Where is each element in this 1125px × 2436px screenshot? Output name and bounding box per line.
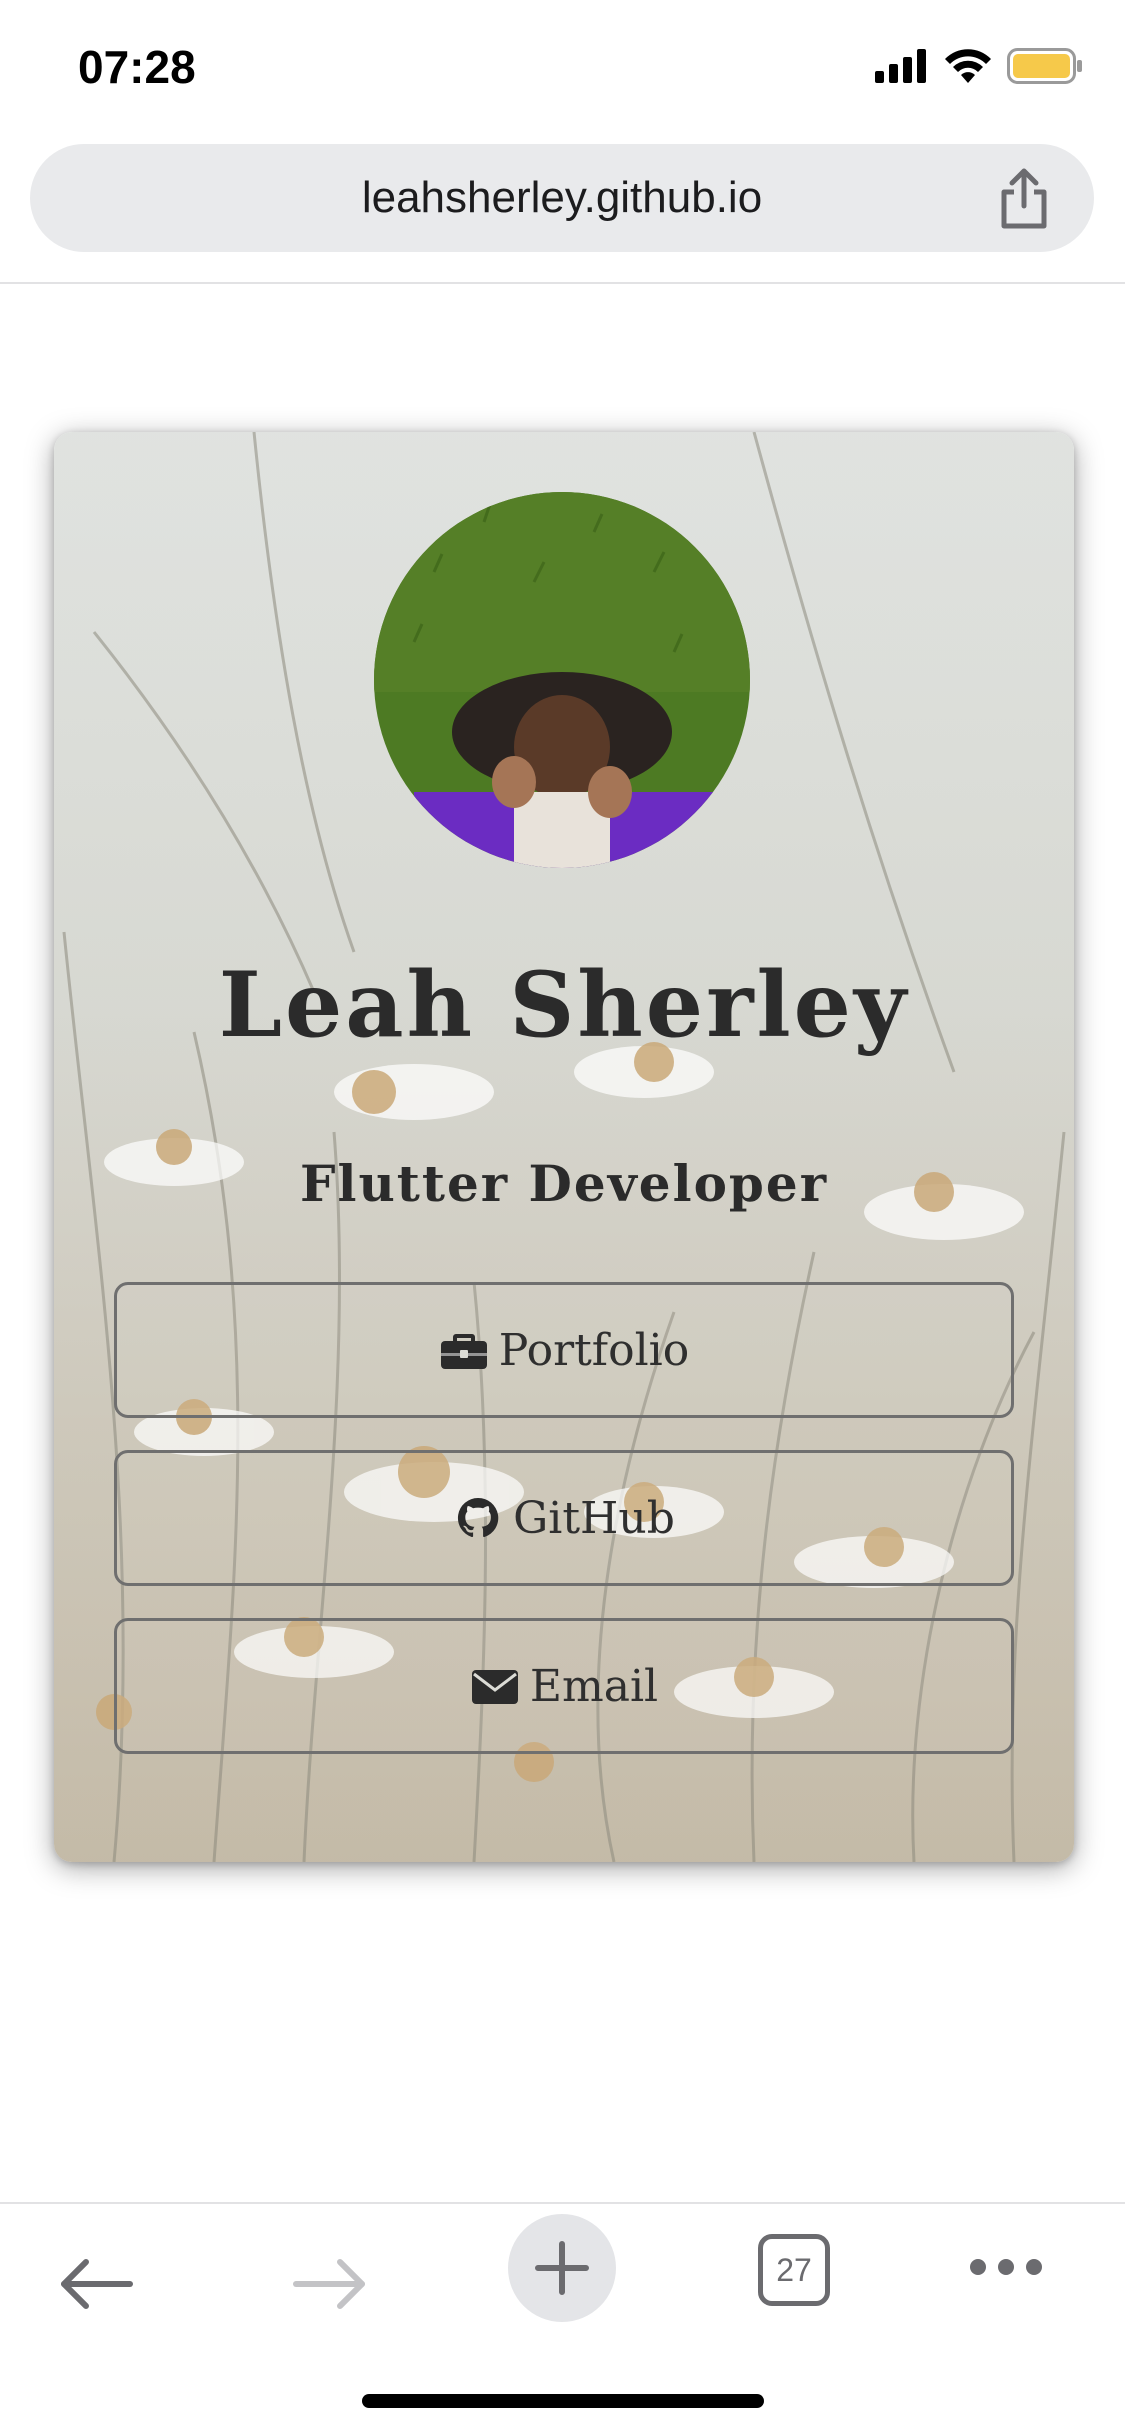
status-time: 07:28 bbox=[78, 41, 196, 93]
briefcase-icon bbox=[440, 1334, 487, 1369]
portfolio-button[interactable]: Portfolio bbox=[114, 1282, 1014, 1418]
signal-icon bbox=[875, 49, 926, 83]
profile-name: Leah Sherley bbox=[218, 952, 910, 1058]
new-tab-button[interactable] bbox=[508, 2214, 616, 2322]
share-icon[interactable] bbox=[996, 168, 1052, 230]
status-icons bbox=[875, 48, 1083, 84]
address-bar[interactable]: leahsherley.github.io bbox=[30, 144, 1094, 252]
tabs-button[interactable]: 27 bbox=[758, 2234, 830, 2306]
avatar bbox=[374, 492, 750, 868]
envelope-icon bbox=[471, 1670, 518, 1704]
github-label: GitHub bbox=[513, 1492, 675, 1544]
wifi-icon bbox=[945, 49, 991, 83]
email-button[interactable]: Email bbox=[114, 1618, 1014, 1754]
plus-icon bbox=[535, 2241, 589, 2295]
email-label: Email bbox=[529, 1660, 659, 1712]
tab-count: 27 bbox=[776, 2251, 812, 2288]
battery-icon bbox=[1007, 48, 1082, 84]
github-button[interactable]: GitHub bbox=[114, 1450, 1014, 1586]
portfolio-label: Portfolio bbox=[498, 1324, 690, 1376]
profile-photo bbox=[374, 492, 750, 868]
status-bar: 07:28 bbox=[0, 0, 1125, 140]
profile-card: Leah Sherley Flutter Developer Portfolio… bbox=[54, 432, 1074, 1862]
home-indicator[interactable] bbox=[362, 2394, 764, 2408]
address-bar-divider bbox=[0, 282, 1125, 284]
forward-icon[interactable] bbox=[286, 2240, 374, 2328]
github-icon bbox=[458, 1497, 499, 1538]
more-icon[interactable] bbox=[968, 2252, 1044, 2282]
browser-screen: 07:28 leahsherley.github.io Leah Sherley… bbox=[0, 0, 1125, 2436]
url-text[interactable]: leahsherley.github.io bbox=[30, 144, 1094, 252]
profile-role: Flutter Developer bbox=[299, 1154, 829, 1213]
back-icon[interactable] bbox=[52, 2240, 140, 2328]
